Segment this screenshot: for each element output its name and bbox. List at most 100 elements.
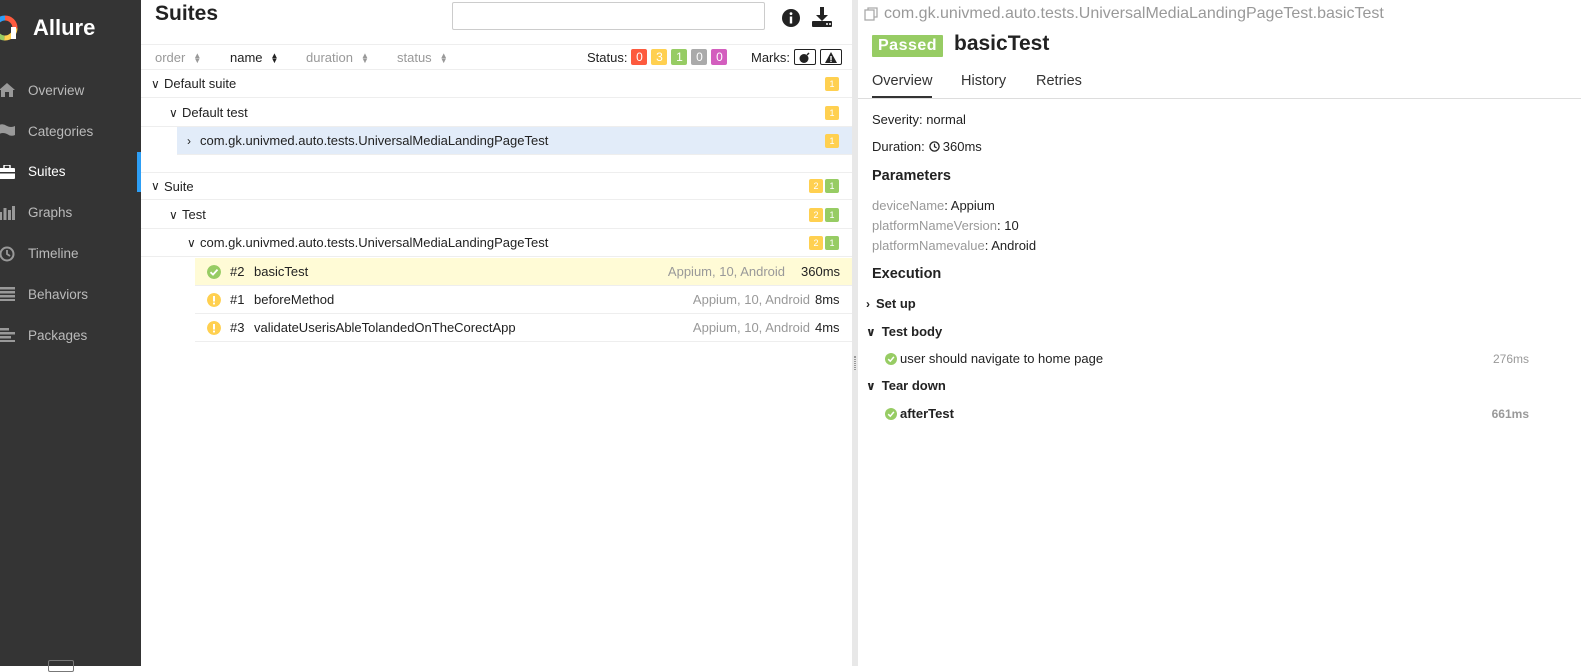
test-title: basicTest	[954, 32, 1050, 55]
test-body-step[interactable]: ∨ Test body	[866, 324, 942, 339]
sidebar-item-timeline[interactable]: Timeline	[0, 233, 141, 274]
allure-logo-icon	[0, 15, 18, 41]
chevron-down-icon: ∨	[169, 105, 178, 120]
test-case-name: beforeMethod	[254, 292, 335, 307]
download-icon[interactable]	[811, 6, 833, 28]
test-case-name: basicTest	[254, 264, 309, 279]
search-input[interactable]	[452, 2, 765, 30]
sidebar-item-label: Categories	[28, 123, 94, 139]
tree-node-class[interactable]: › com.gk.univmed.auto.tests.UniversalMed…	[177, 127, 852, 155]
brand-title: Allure	[33, 15, 96, 40]
align-left-icon	[0, 328, 16, 343]
test-case-row[interactable]: #2 basicTest Appium, 10, Android 360ms	[195, 258, 852, 286]
sort-status[interactable]: status ▲ ▼	[397, 50, 448, 65]
duration-line: Duration: 360ms	[872, 139, 982, 154]
briefcase-icon	[0, 164, 16, 179]
tab-retries[interactable]: Retries	[1036, 73, 1082, 89]
duration-value: 360ms	[942, 139, 982, 154]
sort-name[interactable]: name ▲ ▼	[230, 50, 278, 65]
node-badges: 2 1	[807, 207, 839, 222]
passed-count-badge: 1	[825, 179, 839, 193]
status-filter-unknown[interactable]: 0	[711, 49, 728, 65]
parameter-key: platformNamevalue	[872, 238, 985, 253]
sort-arrows-icon: ▲ ▼	[193, 50, 202, 65]
brand[interactable]: Allure	[0, 8, 95, 48]
status-filter-label: Status:	[587, 49, 628, 65]
tree-node-class[interactable]: ∨ com.gk.univmed.auto.tests.UniversalMed…	[141, 229, 852, 257]
sidebar-item-label: Suites	[28, 164, 66, 180]
marks-filter: Marks:	[751, 49, 842, 65]
tree-node-suite[interactable]: ∨ Suite 2 1	[141, 172, 852, 200]
test-case-number: #1	[230, 292, 245, 307]
teardown-substep[interactable]: afterTest 661ms	[885, 406, 1555, 421]
node-label: Suite	[164, 178, 194, 194]
parameter-key: platformNameVersion	[872, 218, 997, 233]
parameter-value: Android	[991, 238, 1037, 253]
sidebar-item-suites[interactable]: Suites	[0, 151, 141, 193]
body-substep[interactable]: user should navigate to home page 276ms	[885, 351, 1555, 366]
setup-step[interactable]: › Set up	[866, 296, 916, 311]
status-filter-passed[interactable]: 1	[671, 49, 688, 65]
severity-value: normal	[926, 112, 966, 127]
node-badges: 1	[823, 133, 839, 148]
passed-count-badge: 1	[825, 235, 839, 250]
test-case-params: Appium, 10, Android	[692, 292, 810, 307]
step-label: Tear down	[881, 378, 946, 393]
detail-tabs: Overview History Retries	[858, 66, 1581, 99]
parameter-row: platformNamevalue: Android	[872, 238, 1037, 253]
passed-status-icon	[885, 407, 897, 420]
sort-label: name	[230, 50, 263, 65]
collapse-sidebar-button[interactable]	[48, 660, 74, 672]
tree-node-test[interactable]: ∨ Test 2 1	[141, 201, 852, 229]
chevron-down-icon: ∨	[151, 76, 160, 91]
chevron-right-icon: ›	[866, 296, 870, 311]
broken-count-badge: 2	[809, 179, 823, 193]
tab-overview[interactable]: Overview	[872, 73, 933, 98]
test-case-row[interactable]: #1 beforeMethod Appium, 10, Android 8ms	[195, 286, 852, 314]
node-label: com.gk.univmed.auto.tests.UniversalMedia…	[200, 133, 549, 148]
broken-count-badge: 1	[825, 133, 839, 148]
marks-filter-label: Marks:	[751, 49, 790, 65]
sort-order[interactable]: order ▲ ▼	[155, 50, 201, 65]
test-case-params: Appium, 10, Android	[667, 264, 785, 279]
tree-node-suite[interactable]: ∨ Default suite 1	[141, 70, 852, 98]
chevron-down-icon: ∨	[151, 179, 160, 193]
sidebar-item-packages[interactable]: Packages	[0, 315, 141, 356]
parameter-row: deviceName: Appium	[872, 198, 995, 213]
new-failed-mark-button[interactable]	[820, 49, 842, 65]
sort-label: duration	[306, 50, 353, 65]
status-filter-failed[interactable]: 0	[631, 49, 648, 65]
sidebar-item-behaviors[interactable]: Behaviors	[0, 274, 141, 315]
step-name: user should navigate to home page	[900, 351, 1104, 366]
severity-line: Severity: normal	[872, 112, 966, 127]
step-label: Set up	[876, 296, 916, 311]
duration-label: Duration:	[872, 139, 925, 154]
status-filter-skipped[interactable]: 0	[691, 49, 708, 65]
node-label: Default suite	[164, 76, 237, 91]
teardown-step[interactable]: ∨ Tear down	[866, 378, 946, 393]
chevron-right-icon: ›	[187, 133, 191, 148]
copy-icon[interactable]	[864, 7, 878, 21]
sort-label: order	[155, 50, 186, 65]
tree-node-test[interactable]: ∨ Default test 1	[141, 99, 852, 127]
node-label: Test	[182, 207, 206, 222]
sidebar-item-graphs[interactable]: Graphs	[0, 192, 141, 233]
info-icon[interactable]	[781, 8, 801, 28]
status-filter-broken[interactable]: 3	[651, 49, 668, 65]
parameters-heading: Parameters	[872, 168, 951, 184]
broken-status-icon	[207, 320, 221, 335]
list-icon	[0, 287, 16, 302]
test-case-duration: 360ms	[801, 264, 841, 279]
test-case-row[interactable]: #3 validateUserisAbleTolandedOnTheCorect…	[195, 314, 852, 342]
sidebar-item-categories[interactable]: Categories	[0, 111, 141, 152]
test-case-params: Appium, 10, Android	[692, 320, 810, 335]
node-badges: 2 1	[807, 179, 839, 193]
tab-history[interactable]: History	[961, 73, 1006, 89]
sidebar-item-label: Timeline	[28, 246, 79, 262]
chevron-down-icon: ∨	[866, 378, 876, 393]
sidebar-item-overview[interactable]: Overview	[0, 70, 141, 111]
sort-label: status	[397, 50, 432, 65]
test-detail-pane: com.gk.univmed.auto.tests.UniversalMedia…	[858, 0, 1581, 666]
flaky-mark-button[interactable]	[794, 49, 816, 65]
sort-duration[interactable]: duration ▲ ▼	[306, 50, 369, 65]
